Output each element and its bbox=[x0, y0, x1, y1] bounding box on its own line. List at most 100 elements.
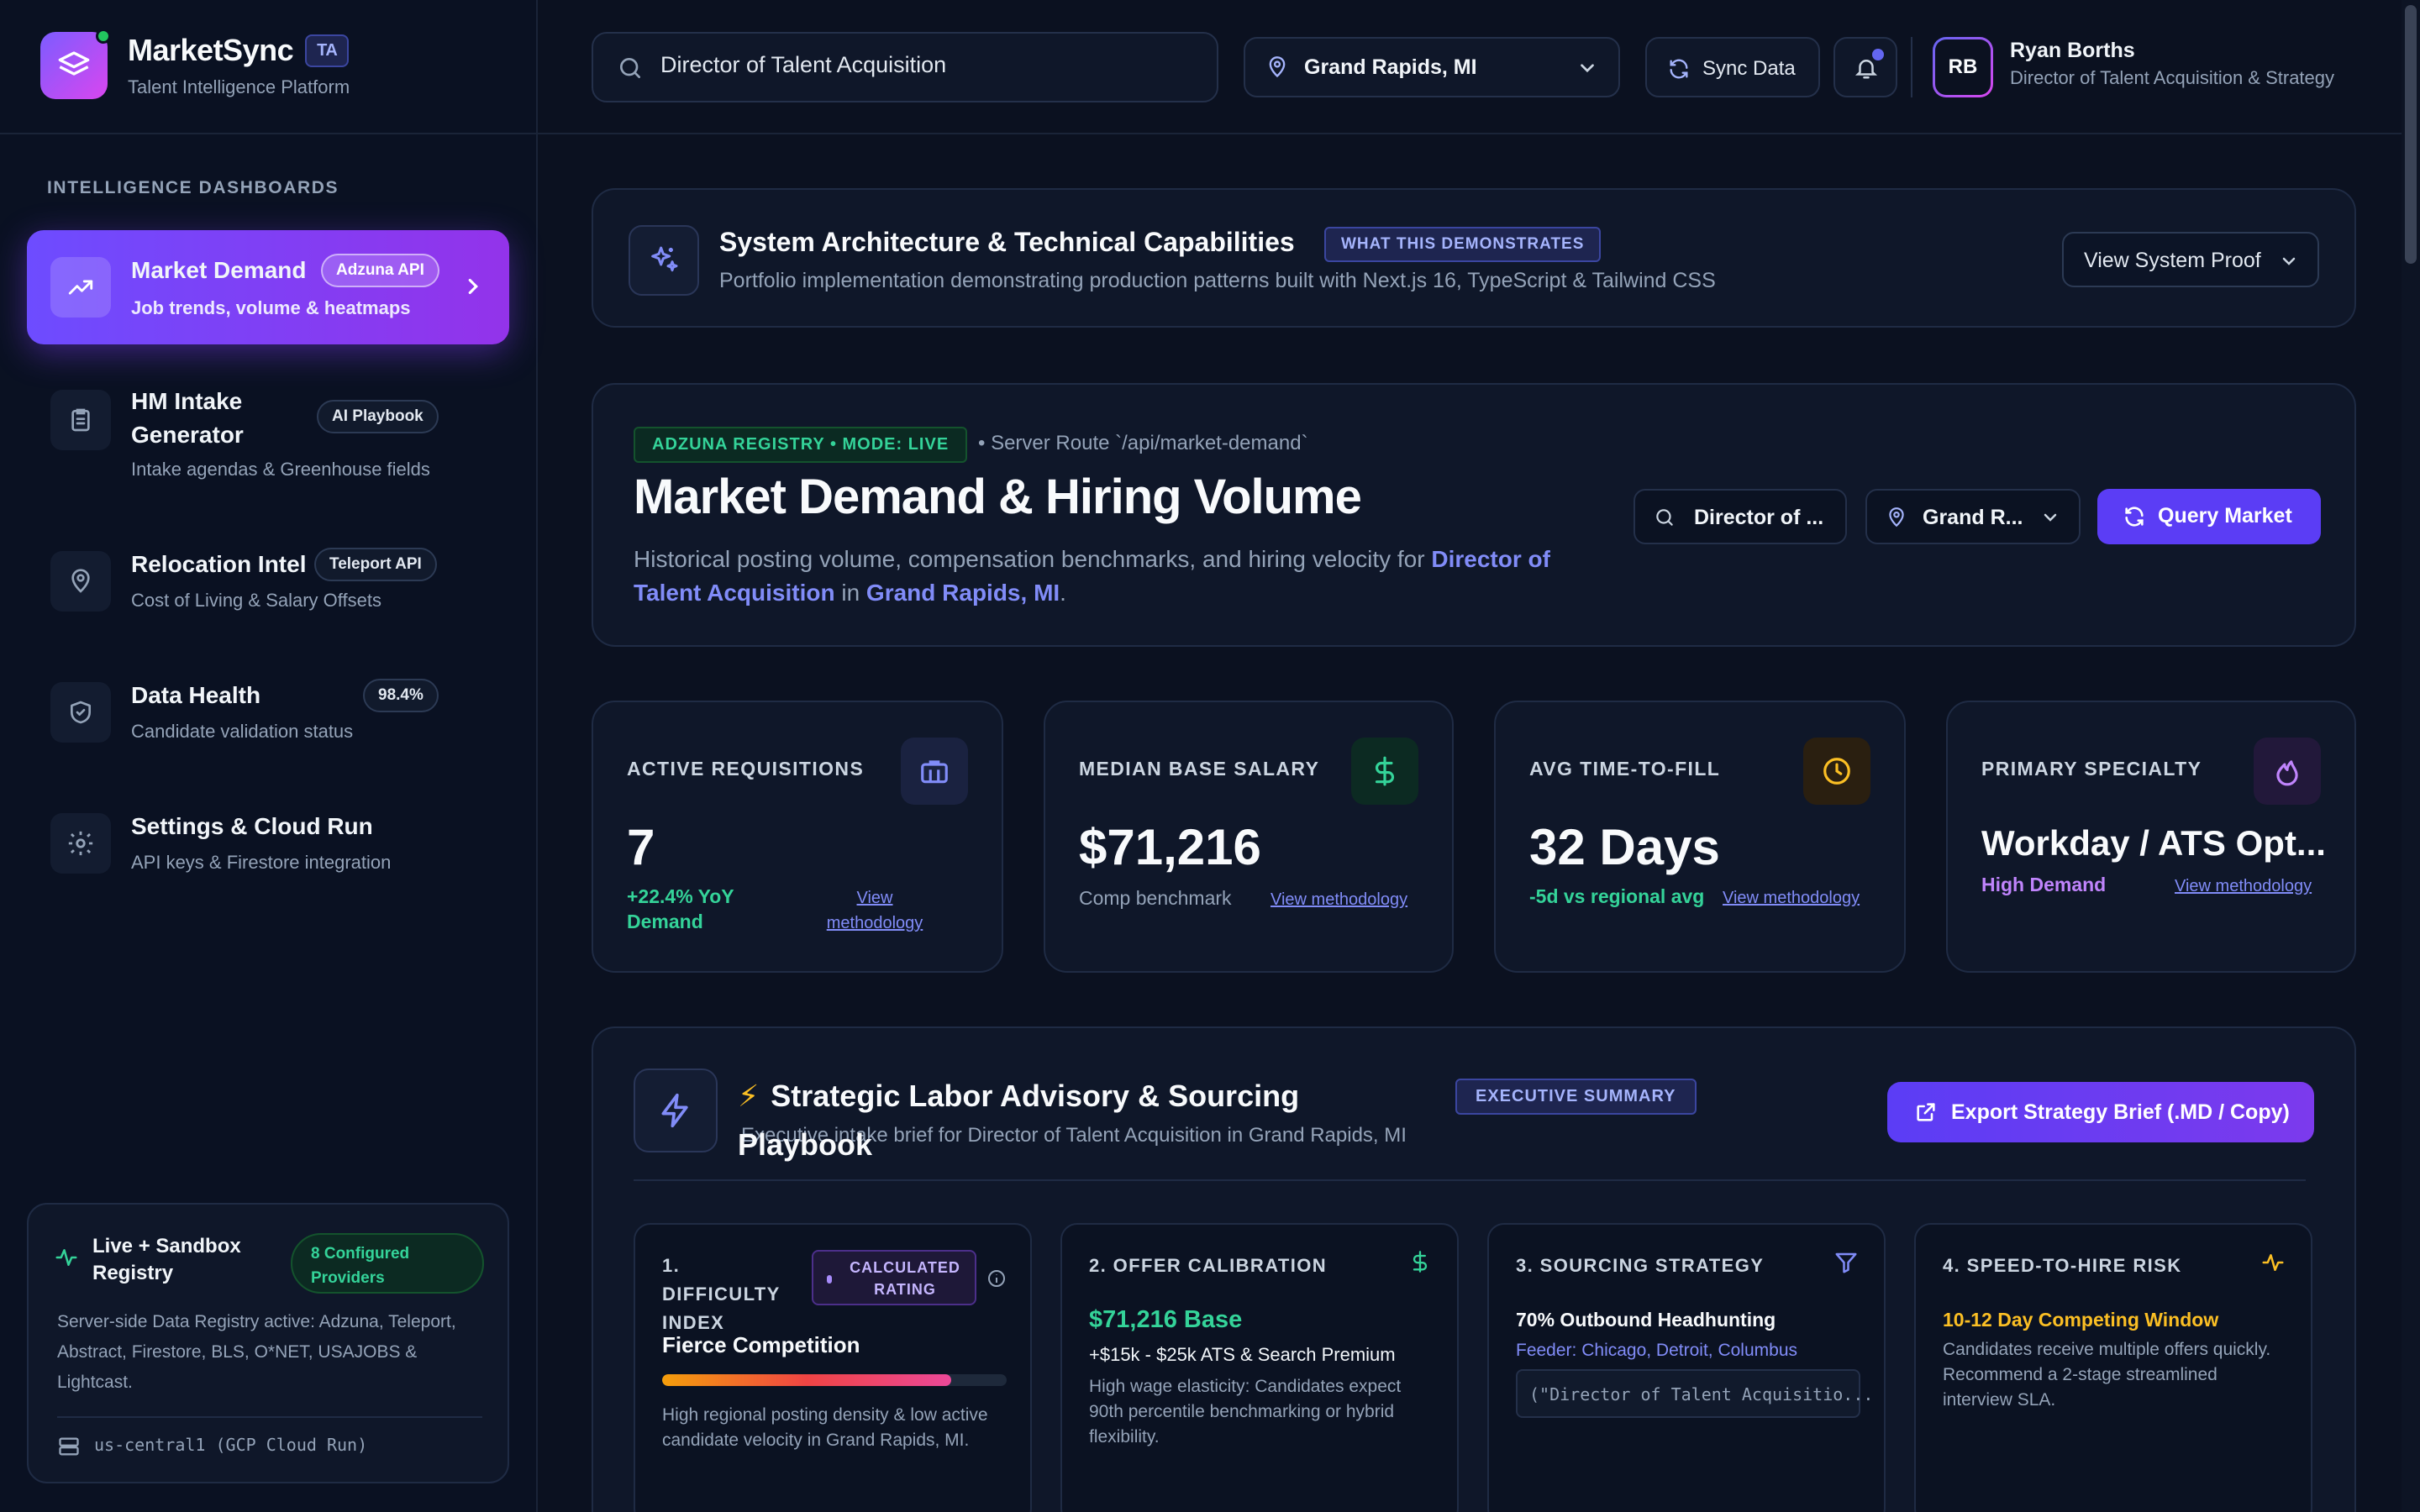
sidebar-item-hm-intake[interactable]: HM Intake Generator AI Playbook Intake a… bbox=[27, 378, 509, 496]
topbar-separator bbox=[1911, 37, 1912, 97]
query-market-button[interactable]: Query Market bbox=[2097, 489, 2321, 544]
sourcing-title: 70% Outbound Headhunting bbox=[1516, 1309, 1776, 1331]
export-label: Export Strategy Brief (.MD / Copy) bbox=[1951, 1100, 2290, 1124]
kpi-sub: -5d vs regional avg bbox=[1529, 885, 1705, 907]
speed-to-hire-card: 4. SPEED-TO-HIRE RISK 10-12 Day Competin… bbox=[1914, 1223, 2312, 1512]
query-market-label: Query Market bbox=[2158, 504, 2292, 528]
export-strategy-brief-button[interactable]: Export Strategy Brief (.MD / Copy) bbox=[1887, 1082, 2314, 1142]
offer-calibration-card: 2. OFFER CALIBRATION $71,216 Base +$15k … bbox=[1060, 1223, 1459, 1512]
view-methodology-link[interactable]: View methodology bbox=[2175, 874, 2312, 899]
kpi-sub: +22.4% YoY Demand bbox=[627, 885, 734, 932]
boolean-string: ("Director of Talent Acquisitio... bbox=[1529, 1384, 1874, 1404]
location-select[interactable]: Grand Rapids, MI bbox=[1244, 37, 1620, 97]
market-demand-card: ADZUNA REGISTRY • MODE: LIVE • Server Ro… bbox=[592, 383, 2356, 647]
kpi-label: AVG TIME-TO-FILL bbox=[1529, 758, 1721, 780]
architecture-card: System Architecture & Technical Capabili… bbox=[592, 188, 2356, 328]
map-pin-icon bbox=[50, 551, 111, 612]
chevron-down-icon bbox=[2044, 513, 2057, 522]
filter-icon bbox=[1835, 1252, 1857, 1273]
chevron-down-icon bbox=[1581, 64, 1594, 73]
view-methodology-link[interactable]: View methodology bbox=[820, 885, 929, 936]
sidebar-item-label: HM Intake Generator bbox=[131, 388, 244, 448]
feeder-line: Feeder: Chicago, Detroit, Columbus bbox=[1516, 1341, 1797, 1361]
search-input[interactable]: Director of Talent Acquisition bbox=[592, 32, 1218, 102]
page-title: Market Demand & Hiring Volume bbox=[634, 470, 1362, 524]
dollar-icon bbox=[1351, 738, 1418, 805]
map-pin-icon bbox=[1889, 507, 1904, 528]
kpi-card-time-to-fill: AVG TIME-TO-FILL 32 Days -5d vs regional… bbox=[1494, 701, 1906, 973]
speed-description: Candidates receive multiple offers quick… bbox=[1943, 1340, 2271, 1410]
sidebar-item-label: Data Health bbox=[131, 682, 261, 708]
sidebar-divider bbox=[0, 133, 538, 134]
mode-badge: ADZUNA REGISTRY • MODE: LIVE bbox=[634, 427, 968, 463]
feeder-cities: Chicago, Detroit, Columbus bbox=[1581, 1341, 1797, 1360]
desc-suffix: . bbox=[1060, 580, 1066, 606]
notifications-button[interactable] bbox=[1833, 37, 1897, 97]
flame-icon bbox=[2254, 738, 2321, 805]
difficulty-heading: 1. DIFFICULTY INDEX bbox=[662, 1255, 781, 1333]
gear-icon bbox=[50, 813, 111, 874]
logo bbox=[40, 29, 111, 99]
refresh-icon bbox=[2125, 507, 2144, 527]
sidebar-item-settings[interactable]: Settings & Cloud Run API keys & Firestor… bbox=[27, 800, 509, 892]
clipboard-icon bbox=[50, 390, 111, 450]
difficulty-title: Fierce Competition bbox=[662, 1332, 860, 1357]
sidebar-item-data-health[interactable]: Data Health 98.4% Candidate validation s… bbox=[27, 669, 509, 761]
sidebar-section-title: INTELLIGENCE DASHBOARDS bbox=[47, 178, 339, 197]
info-icon[interactable] bbox=[986, 1268, 1007, 1289]
user-role: Director of Talent Acquisition & Strateg… bbox=[2010, 67, 2335, 88]
difficulty-description: High regional posting density & low acti… bbox=[662, 1405, 988, 1450]
registry-description: Server-side Data Registry active: Adzuna… bbox=[57, 1312, 456, 1392]
view-system-proof-button[interactable]: View System Proof bbox=[2062, 232, 2319, 287]
sidebar-item-tag: Adzuna API bbox=[321, 254, 439, 287]
sync-data-button[interactable]: Sync Data bbox=[1645, 37, 1820, 97]
architecture-subtitle: Portfolio implementation demonstrating p… bbox=[719, 269, 1716, 292]
search-value[interactable]: Director of Talent Acquisition bbox=[660, 52, 946, 78]
trending-up-icon bbox=[50, 257, 111, 318]
online-dot bbox=[96, 29, 111, 44]
role-search-input[interactable]: Director of ... bbox=[1634, 489, 1847, 544]
registry-title: Live + Sandbox Registry bbox=[92, 1235, 241, 1284]
map-pin-icon bbox=[1269, 56, 1286, 78]
brand[interactable]: MarketSync TA Talent Intelligence Platfor… bbox=[40, 29, 350, 99]
speed-title: 10-12 Day Competing Window bbox=[1943, 1309, 2219, 1331]
difficulty-bar bbox=[662, 1374, 1007, 1386]
location-mini-select[interactable]: Grand R... bbox=[1865, 489, 2081, 544]
feeder-label: Feeder: bbox=[1516, 1341, 1577, 1360]
sync-label: Sync Data bbox=[1702, 57, 1796, 80]
registry-card: Live + Sandbox Registry 8 Configured Pro… bbox=[27, 1203, 509, 1483]
activity-icon bbox=[55, 1249, 77, 1266]
sidebar-item-label: Relocation Intel bbox=[131, 551, 307, 577]
scrollbar-thumb[interactable] bbox=[2405, 5, 2417, 264]
role-search-value: Director of ... bbox=[1694, 506, 1824, 529]
avatar[interactable]: RB bbox=[1933, 37, 1993, 97]
desc-mid: in bbox=[834, 580, 866, 606]
brand-name: MarketSync bbox=[128, 33, 294, 67]
registry-badge: 8 Configured Providers bbox=[291, 1233, 484, 1294]
sidebar-item-market-demand[interactable]: Market Demand Adzuna API Job trends, vol… bbox=[27, 230, 509, 344]
offer-description: High wage elasticity: Candidates expect … bbox=[1089, 1377, 1402, 1446]
kpi-value: Workday / ATS Opt... bbox=[1981, 823, 2326, 863]
advisory-divider bbox=[634, 1179, 2306, 1181]
offer-heading: 2. OFFER CALIBRATION bbox=[1089, 1255, 1328, 1276]
view-methodology-link[interactable]: View methodology bbox=[1723, 885, 1860, 911]
desc-location[interactable]: Grand Rapids, MI bbox=[866, 580, 1060, 606]
view-methodology-link[interactable]: View methodology bbox=[1270, 887, 1407, 912]
advisory-title-text: Strategic Labor Advisory & Sourcing Play… bbox=[738, 1079, 1300, 1162]
executive-summary-badge: EXECUTIVE SUMMARY bbox=[1455, 1079, 1697, 1115]
brand-tagline: Talent Intelligence Platform bbox=[128, 76, 350, 97]
sidebar-item-relocation[interactable]: Relocation Intel Teleport API Cost of Li… bbox=[27, 538, 509, 630]
server-icon bbox=[59, 1437, 79, 1456]
chevron-right-icon bbox=[468, 278, 478, 295]
kpi-sub: High Demand bbox=[1981, 874, 2107, 895]
offer-base: $71,216 Base bbox=[1089, 1306, 1243, 1333]
sidebar-item-tag: 98.4% bbox=[363, 679, 439, 712]
external-link-icon bbox=[1917, 1103, 1935, 1121]
registry-region: us-central1 (GCP Cloud Run) bbox=[94, 1435, 368, 1455]
boolean-string-field[interactable]: ("Director of Talent Acquisitio... bbox=[1516, 1369, 1873, 1418]
kpi-value: 32 Days bbox=[1529, 819, 1720, 875]
difficulty-index-card: 1. DIFFICULTY INDEX CALCULATED RATING Fi… bbox=[634, 1223, 1032, 1512]
advisory-card: Executive intake brief for Director of T… bbox=[592, 1026, 2356, 1512]
kpi-card-active-requisitions: ACTIVE REQUISITIONS 7 +22.4% YoY Demand … bbox=[592, 701, 1003, 973]
dollar-icon bbox=[1413, 1251, 1428, 1273]
